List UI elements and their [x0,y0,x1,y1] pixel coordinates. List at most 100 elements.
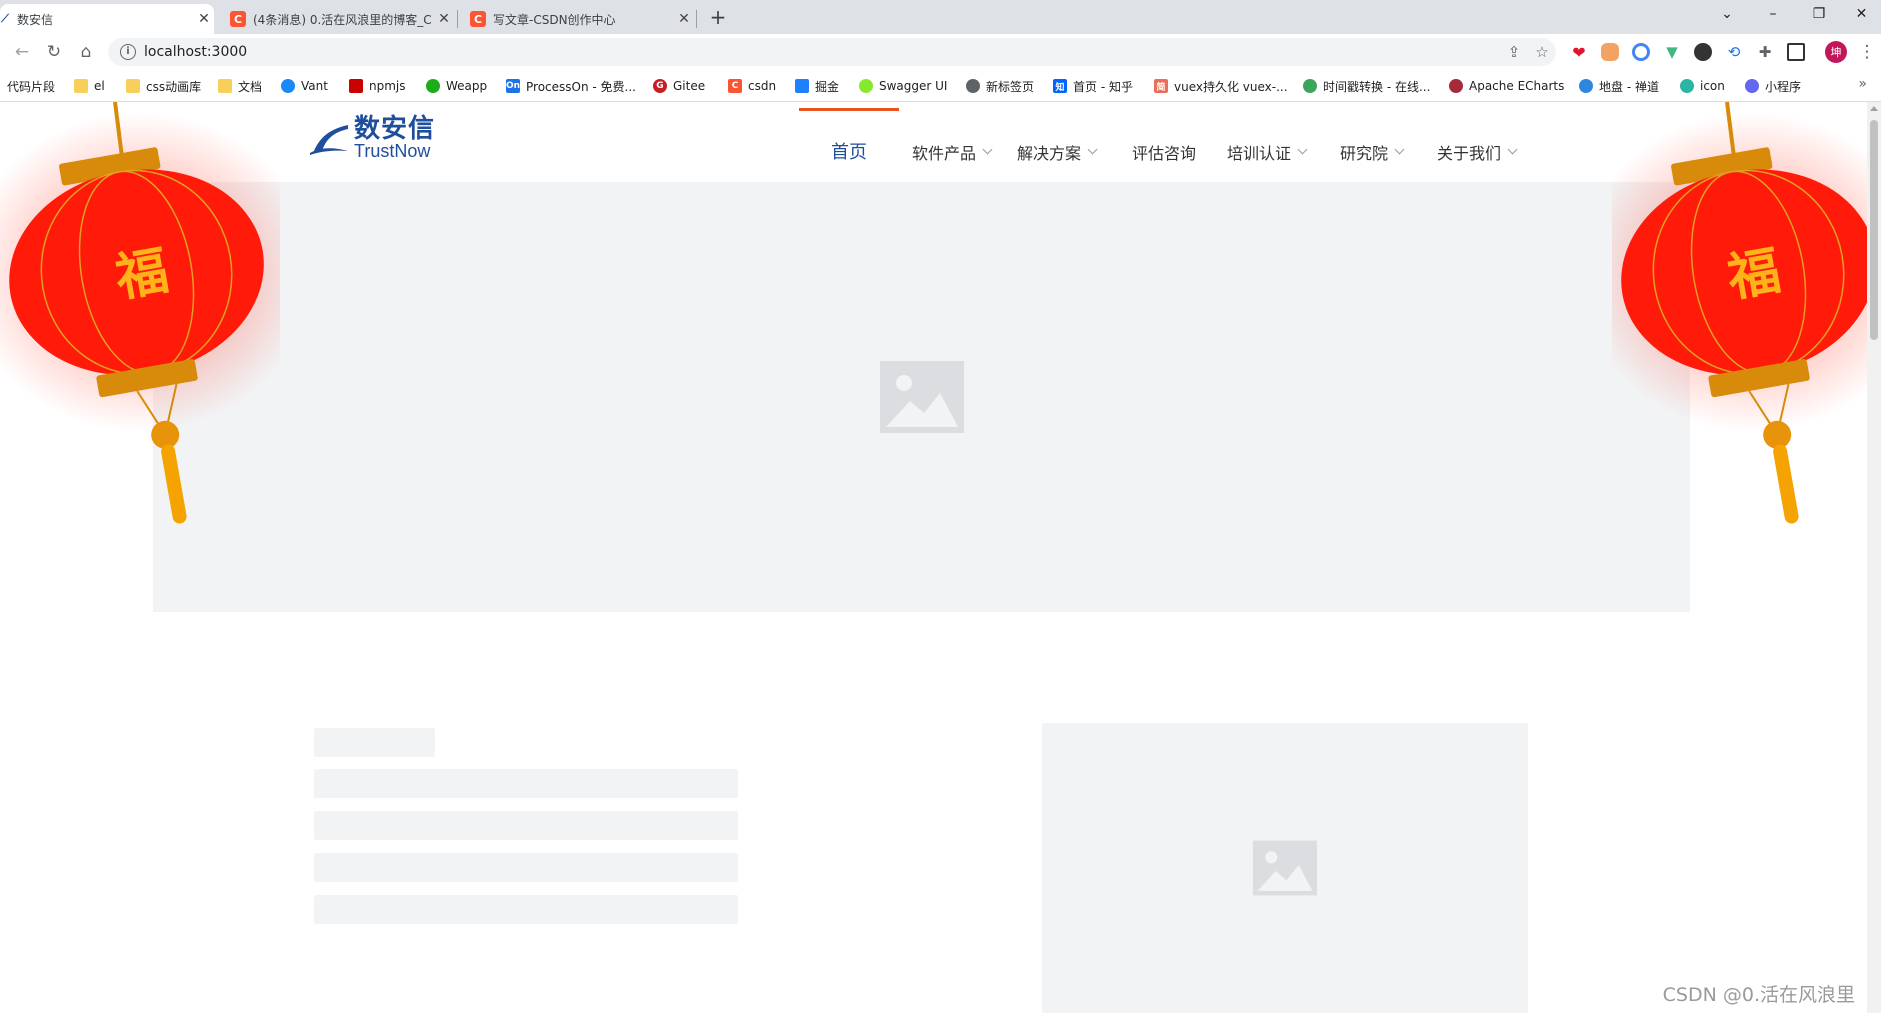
nav-item-home[interactable]: 首页 [831,138,867,164]
bookmark-item[interactable]: G Gitee [653,77,705,95]
translate-extension-icon[interactable]: ⟲ [1725,43,1743,61]
bookmark-item[interactable]: 代码片段 [7,77,55,95]
nav-item-about[interactable]: 关于我们 [1437,140,1518,164]
site-header: 数安信 TrustNow 首页 软件产品 解决方案 评估咨询 培训认证 研究院 … [0,102,1867,182]
bookmark-item[interactable]: On ProcessOn - 免费... [506,77,636,95]
page-viewport: 数安信 TrustNow 首页 软件产品 解决方案 评估咨询 培训认证 研究院 … [0,102,1881,1013]
echarts-icon [1449,79,1463,93]
tab-active[interactable]: ⟋ 数安信 ✕ [0,4,214,34]
folder-icon [74,79,88,93]
new-tab-button[interactable]: + [705,4,731,30]
bookmark-label: Gitee [673,79,706,93]
chevron-down-icon [1087,144,1098,155]
bookmark-item[interactable]: 时间戳转换 - 在线... [1303,77,1430,95]
chevron-down-icon [1297,144,1308,155]
chrome-extension-icon[interactable] [1632,43,1650,61]
skeleton-text-line [314,895,738,924]
feature-image-placeholder [1042,723,1528,1013]
logo-chinese-name: 数安信 [354,114,436,144]
page-scrollbar[interactable] [1867,102,1881,1013]
site-info-icon[interactable]: i [120,44,136,60]
tool-icon [1303,79,1317,93]
puzzle-extensions-icon[interactable]: ✚ [1756,43,1774,61]
bookmark-item[interactable]: 简 vuex持久化 vuex-... [1154,77,1288,95]
csdn-watermark: CSDN @0.活在风浪里 [1662,984,1855,1006]
csdn-favicon-icon: C [230,11,246,27]
zentao-icon [1579,79,1593,93]
iconfont-icon [1680,79,1694,93]
bookmark-label: Weapp [446,79,488,93]
bookmark-item[interactable]: Weapp [426,77,487,95]
site-logo[interactable]: 数安信 TrustNow [308,116,435,160]
bookmark-folder[interactable]: css动画库 [126,77,201,95]
minimize-button[interactable]: – [1750,0,1796,30]
bookmark-item[interactable]: Ccsdn [728,77,776,95]
restore-button[interactable]: ❐ [1796,0,1842,30]
browser-tab-strip: ⟋ 数安信 ✕ C (4条消息) 0.活在风浪里的博客_C ✕ C 写文章-CS… [0,0,1881,34]
profile-avatar[interactable]: 坤 [1825,41,1847,63]
tab-separator [696,10,697,28]
bookmark-item[interactable]: 知首页 - 知乎 [1053,77,1133,95]
bookmark-item[interactable]: Vant [281,77,328,95]
folder-icon [126,79,140,93]
url-text[interactable]: localhost:3000 [144,44,1500,60]
bookmark-label: Swagger UI [879,79,948,93]
nav-item-software-products[interactable]: 软件产品 [912,140,993,164]
bookmarks-more-button[interactable]: » [1858,76,1867,92]
chevron-down-icon [1507,144,1518,155]
bookmark-star-icon[interactable]: ☆ [1528,43,1556,61]
bookmark-folder[interactable]: el [74,77,105,95]
heart-extension-icon[interactable]: ❤ [1570,43,1588,62]
bookmark-label: 掘金 [815,79,840,94]
skeleton-text-line [314,811,738,840]
tab-csdn-blog[interactable]: C (4条消息) 0.活在风浪里的博客_C ✕ [220,4,454,34]
bookmark-item[interactable]: 小程序 [1745,77,1801,95]
menu-kebab-icon[interactable]: ⋮ [1855,40,1879,64]
share-icon[interactable]: ⇪ [1500,43,1528,61]
trustnow-logo-icon [310,125,348,155]
bookmark-item[interactable]: 地盘 - 禅道 [1579,77,1659,95]
side-panel-icon[interactable] [1787,43,1805,61]
tab-search-dropdown-icon[interactable]: ⌄ [1704,0,1750,30]
bookmark-item[interactable]: 新标签页 [966,77,1034,95]
lantern-right-decoration: 福 [1612,102,1881,524]
skeleton-text-line [314,769,738,798]
address-bar[interactable]: i localhost:3000 ⇪ ☆ [108,38,1556,66]
scroll-up-arrow-icon[interactable] [1870,106,1878,111]
nav-item-consulting[interactable]: 评估咨询 [1132,140,1196,164]
close-window-button[interactable]: ✕ [1842,0,1881,30]
close-tab-icon[interactable]: ✕ [194,11,214,27]
trustnow-favicon-icon: ⟋ [0,11,10,27]
bookmark-item[interactable]: 掘金 [795,77,839,95]
close-tab-icon[interactable]: ✕ [674,11,694,27]
bookmark-item[interactable]: Apache ECharts [1449,77,1564,95]
lantern-left-decoration: 福 [0,102,280,524]
folder-icon [218,79,232,93]
back-arrow-icon[interactable]: ← [10,40,34,64]
bookmark-item[interactable]: icon [1680,77,1725,95]
vue-devtools-icon[interactable]: ▼ [1663,43,1681,61]
close-tab-icon[interactable]: ✕ [434,11,454,27]
fu-character: 福 [1722,241,1785,309]
bookmark-item[interactable]: Swagger UI [859,77,947,95]
dark-extension-icon[interactable] [1694,43,1712,61]
reload-icon[interactable]: ↻ [42,40,66,64]
nav-item-solutions[interactable]: 解决方案 [1017,140,1098,164]
bookmark-folder[interactable]: 文档 [218,77,262,95]
nav-item-research[interactable]: 研究院 [1340,140,1405,164]
bookmark-label: Vant [301,79,328,93]
tab-title: 数安信 [17,12,54,27]
tab-csdn-write[interactable]: C 写文章-CSDN创作中心 ✕ [460,4,694,34]
bookmark-label: 小程序 [1765,79,1802,94]
scrollbar-thumb[interactable] [1870,120,1878,340]
juejin-icon [795,79,809,93]
nav-item-training[interactable]: 培训认证 [1227,140,1308,164]
tab-title: (4条消息) 0.活在风浪里的博客_C [253,12,432,27]
fu-character: 福 [110,241,173,309]
bookmark-label: vuex持久化 vuex-... [1174,79,1288,94]
hero-banner-placeholder [153,182,1690,612]
bookmark-item[interactable]: npmjs [349,77,406,95]
miniapp-icon [1745,79,1759,93]
home-icon[interactable]: ⌂ [74,40,98,64]
extension-icon[interactable] [1601,43,1619,61]
